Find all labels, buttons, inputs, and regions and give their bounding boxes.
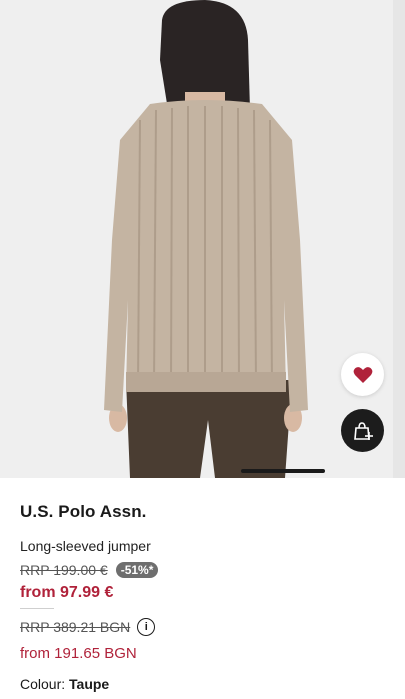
rrp-price: RRP 199.00 € [20, 562, 108, 578]
product-type: Long-sleeved jumper [20, 538, 151, 554]
shopping-bag-plus-icon [353, 421, 373, 440]
price-divider [20, 608, 54, 609]
gallery-scroll-indicator [241, 469, 325, 473]
colour-value: Taupe [69, 676, 110, 692]
rrp-row: RRP 199.00 € -51%* [20, 562, 159, 578]
sale-price-alt: from 191.65 BGN [20, 645, 137, 662]
heart-icon [353, 366, 372, 383]
rrp-alt-row: RRP 389.21 BGN i [20, 618, 156, 636]
colour-label: Colour: [20, 676, 66, 692]
add-to-bag-button[interactable] [341, 409, 384, 452]
product-photo [104, 0, 308, 478]
colour-row: Colour: Taupe [20, 676, 109, 692]
brand-name[interactable]: U.S. Polo Assn. [20, 502, 385, 522]
wishlist-button[interactable] [341, 353, 384, 396]
sale-price: from 97.99 € [20, 584, 114, 601]
product-info: U.S. Polo Assn. Long-sleeved jumper RRP … [20, 502, 385, 692]
rrp-alt-price: RRP 389.21 BGN [20, 619, 131, 635]
product-image-gallery[interactable] [0, 0, 405, 478]
info-icon[interactable]: i [137, 618, 156, 636]
next-image-peek [393, 0, 405, 478]
discount-badge: -51%* [115, 562, 159, 578]
